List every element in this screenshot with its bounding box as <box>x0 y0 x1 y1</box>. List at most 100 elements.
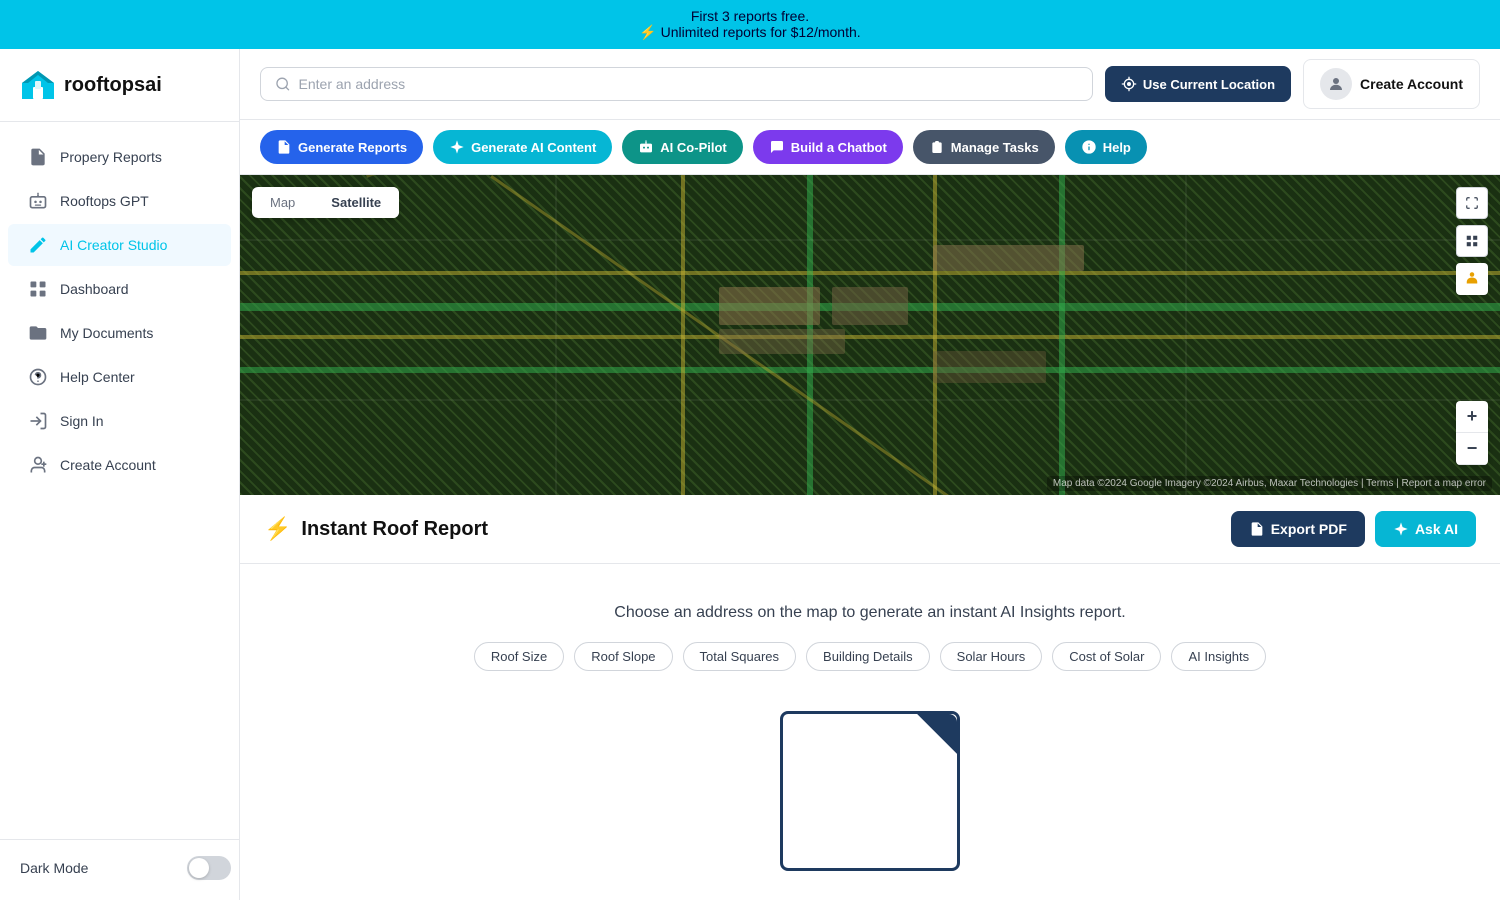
chat-icon <box>769 139 785 155</box>
create-account-header-button[interactable]: Create Account <box>1303 59 1480 109</box>
map-tab-satellite-label: Satellite <box>331 195 381 210</box>
banner-line1: First 3 reports free. <box>691 8 809 24</box>
map-fullscreen-button[interactable] <box>1456 187 1488 219</box>
generate-reports-label: Generate Reports <box>298 140 407 155</box>
doc-shape <box>780 711 960 871</box>
grid-icon <box>1465 234 1479 248</box>
generate-reports-icon <box>276 139 292 155</box>
sidebar-item-label-rooftops-gpt: Rooftops GPT <box>60 193 149 209</box>
report-section: ⚡ Instant Roof Report Export PDF Ask AI … <box>240 495 1500 900</box>
sidebar-item-ai-creator-studio[interactable]: AI Creator Studio <box>8 224 231 266</box>
dark-mode-label: Dark Mode <box>20 860 88 876</box>
tag-total-squares[interactable]: Total Squares <box>683 642 797 671</box>
map-zoom-controls: + − <box>1456 401 1488 465</box>
map-zoom-out-button[interactable]: − <box>1456 433 1488 465</box>
sidebar-item-label-sign-in: Sign In <box>60 413 104 429</box>
sidebar-item-label-ai-creator-studio: AI Creator Studio <box>60 237 167 253</box>
help-icon <box>28 367 48 387</box>
generate-reports-button[interactable]: Generate Reports <box>260 130 423 164</box>
help-label: Help <box>1103 140 1131 155</box>
avatar <box>1320 68 1352 100</box>
logo-icon <box>20 67 56 103</box>
signin-icon <box>28 411 48 431</box>
sidebar: rooftopsai Propery Reports Rooftops GPT … <box>0 49 240 900</box>
manage-tasks-button[interactable]: Manage Tasks <box>913 130 1055 164</box>
sidebar-item-label-help-center: Help Center <box>60 369 135 385</box>
map-tab-satellite[interactable]: Satellite <box>313 187 399 218</box>
sidebar-item-label-property-reports: Propery Reports <box>60 149 162 165</box>
tag-cost-of-solar[interactable]: Cost of Solar <box>1052 642 1161 671</box>
ai-copilot-button[interactable]: AI Co-Pilot <box>622 130 742 164</box>
map-zoom-in-button[interactable]: + <box>1456 401 1488 433</box>
sidebar-item-rooftops-gpt[interactable]: Rooftops GPT <box>8 180 231 222</box>
sparkle-icon <box>449 139 465 155</box>
map-tabs: Map Satellite <box>252 187 399 218</box>
dark-mode-toggle[interactable] <box>187 856 231 880</box>
map-tab-map-label: Map <box>270 195 295 210</box>
tag-roof-size[interactable]: Roof Size <box>474 642 564 671</box>
bolt-icon: ⚡ <box>264 516 291 542</box>
tasks-icon <box>929 139 945 155</box>
sidebar-item-my-documents[interactable]: My Documents <box>8 312 231 354</box>
sidebar-item-create-account[interactable]: Create Account <box>8 444 231 486</box>
map-street-view-button[interactable] <box>1456 263 1488 295</box>
ai-copilot-label: AI Co-Pilot <box>660 140 726 155</box>
add-user-icon <box>28 455 48 475</box>
use-location-button[interactable]: Use Current Location <box>1105 66 1291 102</box>
help-button[interactable]: Help <box>1065 130 1147 164</box>
doc-icon <box>28 147 48 167</box>
bot-icon <box>28 191 48 211</box>
export-pdf-label: Export PDF <box>1271 521 1347 537</box>
banner-line2: ⚡ Unlimited reports for $12/month. <box>639 24 860 40</box>
pdf-icon <box>1249 521 1265 537</box>
toggle-knob <box>189 858 209 878</box>
streetview-person-icon <box>1463 270 1481 288</box>
map-tab-map[interactable]: Map <box>252 187 313 218</box>
build-chatbot-button[interactable]: Build a Chatbot <box>753 130 903 164</box>
sidebar-item-property-reports[interactable]: Propery Reports <box>8 136 231 178</box>
top-banner: First 3 reports free. ⚡ Unlimited report… <box>0 0 1500 49</box>
info-icon <box>1081 139 1097 155</box>
generate-ai-content-button[interactable]: Generate AI Content <box>433 130 612 164</box>
map-satellite <box>240 175 1500 495</box>
ask-ai-label: Ask AI <box>1415 521 1458 537</box>
ask-ai-icon <box>1393 521 1409 537</box>
robot-icon <box>638 139 654 155</box>
sidebar-item-label-create-account: Create Account <box>60 457 156 473</box>
sidebar-item-help-center[interactable]: Help Center <box>8 356 231 398</box>
map-grid-button[interactable] <box>1456 225 1488 257</box>
report-body: Choose an address on the map to generate… <box>240 564 1500 900</box>
logo-text: rooftopsai <box>64 74 162 97</box>
search-input[interactable] <box>299 76 1078 92</box>
ask-ai-button[interactable]: Ask AI <box>1375 511 1476 547</box>
map-attribution: Map data ©2024 Google Imagery ©2024 Airb… <box>1047 476 1492 491</box>
sidebar-item-label-my-documents: My Documents <box>60 325 153 341</box>
tag-pills: Roof Size Roof Slope Total Squares Build… <box>264 642 1476 671</box>
pen-icon <box>28 235 48 255</box>
generate-ai-content-label: Generate AI Content <box>471 140 596 155</box>
logo: rooftopsai <box>0 49 239 122</box>
export-pdf-button[interactable]: Export PDF <box>1231 511 1365 547</box>
report-title-text: Instant Roof Report <box>301 518 488 541</box>
location-icon <box>1121 76 1137 92</box>
tag-roof-slope[interactable]: Roof Slope <box>574 642 672 671</box>
tag-building-details[interactable]: Building Details <box>806 642 930 671</box>
create-account-header-label: Create Account <box>1360 76 1463 92</box>
build-chatbot-label: Build a Chatbot <box>791 140 887 155</box>
header-bar: Use Current Location Create Account <box>240 49 1500 120</box>
fullscreen-icon <box>1465 196 1479 210</box>
search-icon <box>275 76 291 92</box>
map-container[interactable]: Map Satellite <box>240 175 1500 495</box>
tag-ai-insights[interactable]: AI Insights <box>1171 642 1266 671</box>
use-location-label: Use Current Location <box>1143 77 1275 92</box>
report-title: ⚡ Instant Roof Report <box>264 516 488 542</box>
tag-solar-hours[interactable]: Solar Hours <box>940 642 1043 671</box>
sidebar-item-sign-in[interactable]: Sign In <box>8 400 231 442</box>
search-box[interactable] <box>260 67 1093 101</box>
person-icon <box>1327 75 1345 93</box>
sidebar-item-dashboard[interactable]: Dashboard <box>8 268 231 310</box>
report-header: ⚡ Instant Roof Report Export PDF Ask AI <box>240 495 1500 564</box>
sidebar-nav: Propery Reports Rooftops GPT AI Creator … <box>0 122 239 839</box>
report-actions: Export PDF Ask AI <box>1231 511 1476 547</box>
doc-illustration <box>264 711 1476 871</box>
